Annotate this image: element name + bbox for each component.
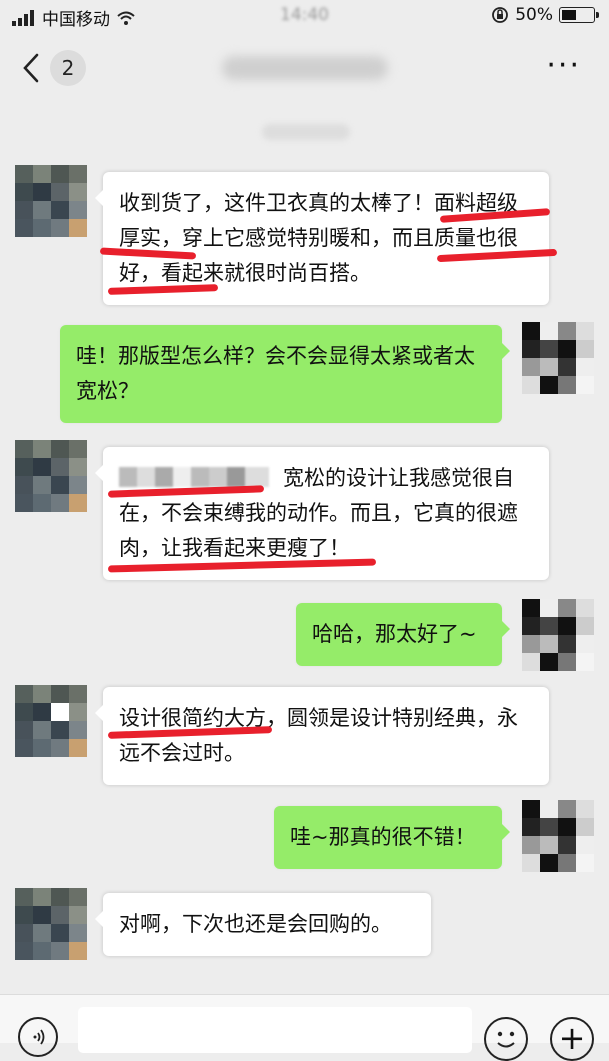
message-bubble[interactable]: 对啊，下次也还是会回购的。 [95, 893, 431, 956]
signal-icon [12, 9, 34, 26]
emoji-icon [497, 1031, 515, 1048]
battery-cap [596, 12, 599, 18]
chevron-left-icon [23, 53, 39, 83]
status-right: 50% [491, 5, 599, 25]
emoji-button[interactable] [484, 1017, 528, 1061]
input-bar: + [0, 994, 609, 1061]
voice-icon [33, 1029, 45, 1045]
message-text: 哇！那版型怎么样？会不会显得太紧或者太宽松？ [76, 344, 475, 403]
plus-button[interactable]: + [550, 1017, 594, 1061]
chat-title-blurred [222, 56, 388, 80]
carrier-name: 中国移动 [42, 10, 110, 30]
avatar-self[interactable] [522, 800, 594, 872]
message-text: 哈哈，那太好了~ [312, 622, 477, 646]
avatar-contact[interactable] [15, 685, 87, 757]
message-input[interactable] [78, 1007, 472, 1053]
avatar-contact[interactable] [15, 888, 87, 960]
redacted-text [119, 467, 269, 487]
orientation-lock-icon [492, 7, 509, 23]
avatar-self[interactable] [522, 322, 594, 394]
message-bubble[interactable]: 哇~那真的很不错！ [274, 806, 510, 869]
more-button[interactable]: ··· [546, 51, 581, 81]
avatar-self[interactable] [522, 599, 594, 671]
voice-button[interactable] [18, 1017, 58, 1057]
message-bubble[interactable]: 哇！那版型怎么样？会不会显得太紧或者太宽松？ [60, 325, 510, 423]
battery-icon [559, 7, 599, 23]
status-left: 中国移动 [12, 5, 136, 30]
battery-percent: 50% [515, 5, 553, 25]
message-text: 对啊，下次也还是会回购的。 [119, 912, 392, 936]
chat-header: 2 ··· [0, 34, 609, 100]
message-bubble[interactable]: 哈哈，那太好了~ [296, 603, 510, 666]
message-timestamp-blurred [262, 124, 350, 140]
message-text: 哇~那真的很不错！ [290, 825, 476, 849]
wifi-icon [117, 11, 135, 25]
avatar-contact[interactable] [15, 440, 87, 512]
message-text: 收到货了，这件卫衣真的太棒了！面料超级厚实，穿上它感觉特别暖和，而且质量也很好，… [119, 191, 518, 285]
plus-icon: + [558, 1019, 586, 1057]
status-time: 14:40 [280, 5, 329, 25]
unread-badge: 2 [50, 50, 86, 86]
back-button[interactable]: 2 [22, 50, 102, 86]
status-bar: 中国移动 14:40 50% [0, 0, 609, 34]
battery-level [562, 10, 576, 20]
avatar-contact[interactable] [15, 165, 87, 237]
